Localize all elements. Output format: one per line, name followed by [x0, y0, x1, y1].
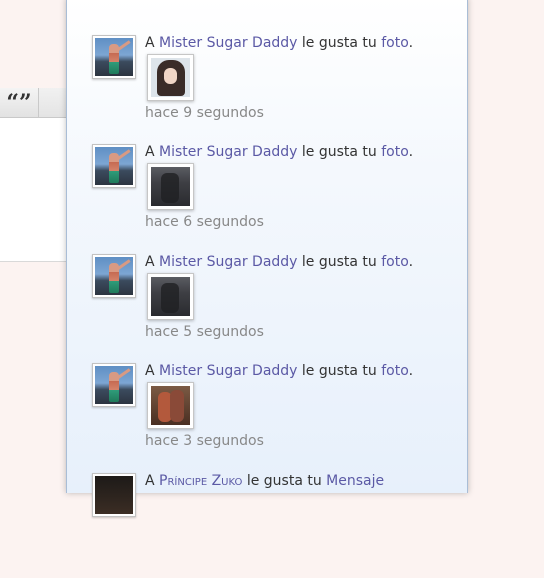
user-avatar[interactable] — [92, 473, 136, 517]
notification-item[interactable]: A Mister Sugar Daddy le gusta tu foto. h… — [67, 363, 467, 468]
photo-thumbnail[interactable] — [147, 163, 194, 210]
timestamp: hace 9 segundos — [145, 105, 264, 121]
notification-item[interactable]: A Mister Sugar Daddy le gusta tu foto. h… — [67, 144, 467, 249]
photo-thumbnail[interactable] — [147, 382, 194, 429]
notification-text: A Mister Sugar Daddy le gusta tu foto. — [145, 35, 414, 51]
photo-link[interactable]: foto — [381, 144, 408, 160]
user-avatar[interactable] — [92, 35, 136, 79]
photo-link[interactable]: foto — [381, 363, 408, 379]
notification-text: A Mister Sugar Daddy le gusta tu foto. — [145, 144, 414, 160]
notification-item[interactable]: A Mister Sugar Daddy le gusta tu foto. h… — [67, 254, 467, 359]
user-avatar[interactable] — [92, 363, 136, 407]
timestamp: hace 3 segundos — [145, 433, 264, 449]
timestamp: hace 6 segundos — [145, 214, 264, 230]
photo-link[interactable]: foto — [381, 254, 408, 270]
notification-text: A Mister Sugar Daddy le gusta tu foto. — [145, 254, 414, 270]
user-link[interactable]: Mister Sugar Daddy — [159, 254, 297, 270]
notification-text: A Príncipe Zuko le gusta tu Mensaje — [145, 473, 385, 489]
user-link[interactable]: Mister Sugar Daddy — [159, 144, 297, 160]
quote-icon: “” — [6, 89, 32, 116]
timestamp: hace 5 segundos — [145, 324, 264, 340]
user-avatar[interactable] — [92, 144, 136, 188]
notification-item[interactable]: A Príncipe Zuko le gusta tu Mensaje — [67, 473, 467, 578]
quote-button[interactable]: “” — [0, 88, 39, 118]
notification-item[interactable]: A Mister Sugar Daddy le gusta tu foto. h… — [67, 35, 467, 140]
user-link[interactable]: Mister Sugar Daddy — [159, 363, 297, 379]
user-avatar[interactable] — [92, 254, 136, 298]
photo-link[interactable]: foto — [381, 35, 408, 51]
photo-thumbnail[interactable] — [147, 273, 194, 320]
notification-text: A Mister Sugar Daddy le gusta tu foto. — [145, 363, 414, 379]
notifications-popup: A Mister Sugar Daddy le gusta tu foto. h… — [66, 0, 468, 517]
user-link[interactable]: Mister Sugar Daddy — [159, 35, 297, 51]
photo-thumbnail[interactable] — [147, 54, 194, 101]
